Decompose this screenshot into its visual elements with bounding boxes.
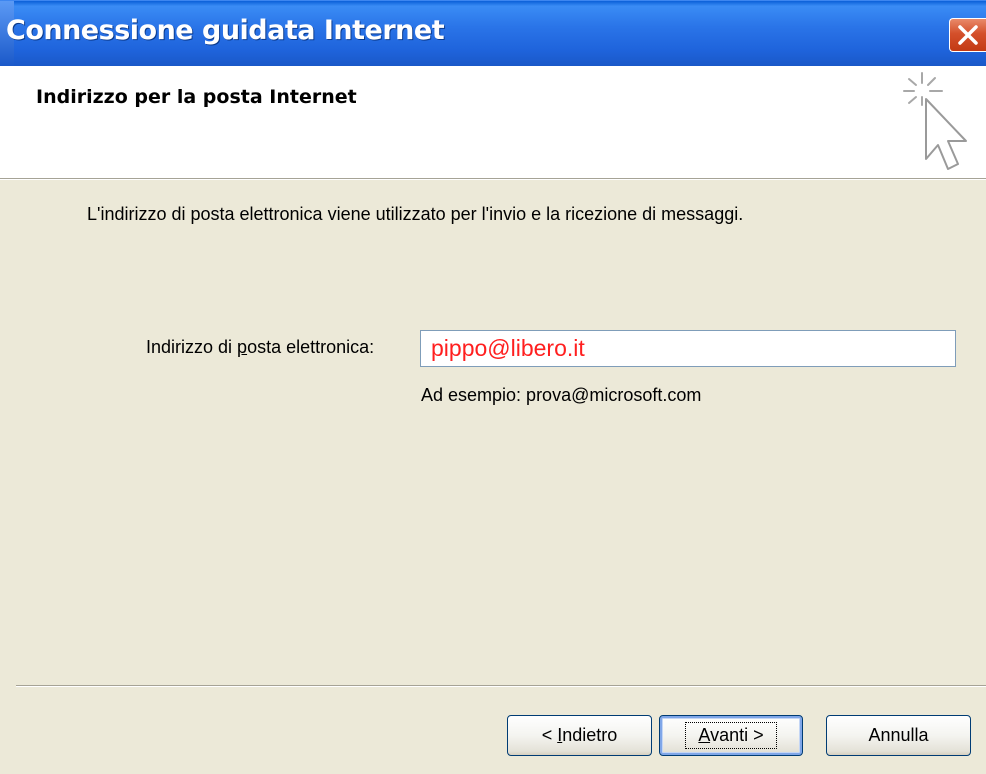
wizard-body: L'indirizzo di posta elettronica viene u… (0, 180, 986, 774)
cancel-button[interactable]: Annulla (826, 715, 971, 756)
close-icon (958, 25, 978, 45)
example-text: Ad esempio: prova@microsoft.com (421, 385, 702, 405)
next-button[interactable]: Avanti > (659, 715, 803, 756)
description-text: L'indirizzo di posta elettronica viene u… (87, 204, 744, 224)
wizard-cursor-icon (903, 72, 967, 170)
title-bar[interactable]: Connessione guidata Internet (0, 0, 986, 67)
focus-rectangle (685, 722, 777, 749)
email-label: Indirizzo di posta elettronica: (146, 337, 375, 357)
wizard-header: Indirizzo per la posta Internet (0, 66, 986, 178)
back-button[interactable]: < Indietro (507, 715, 652, 756)
close-button[interactable] (949, 18, 986, 52)
email-label-accelerator: p (237, 337, 248, 357)
window-title: Connessione guidata Internet (6, 15, 445, 46)
page-title: Indirizzo per la posta Internet (36, 86, 357, 108)
email-input[interactable] (420, 330, 956, 367)
